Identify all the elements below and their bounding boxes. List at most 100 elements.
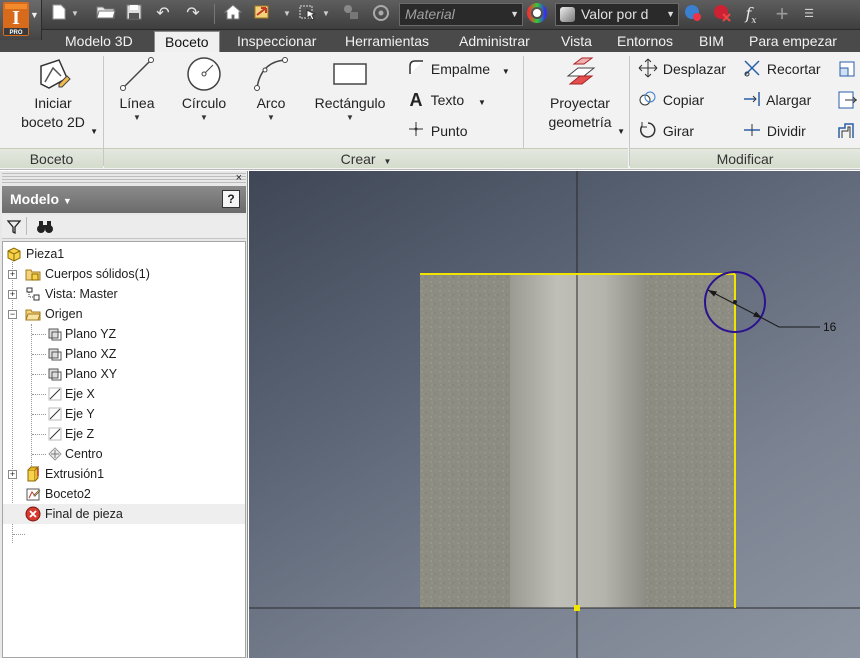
- offset-icon[interactable]: [836, 120, 858, 142]
- extend-button[interactable]: Alargar: [741, 89, 811, 111]
- tree-item-solid-bodies[interactable]: + Cuerpos sólidos(1): [3, 264, 245, 284]
- material-dropdown-arrow-icon: ▼: [510, 9, 519, 19]
- tab-administrar[interactable]: Administrar: [459, 31, 530, 52]
- scale-icon[interactable]: [836, 58, 858, 80]
- find-binoculars-icon[interactable]: [36, 219, 54, 235]
- inventor-logo-icon: I PRO: [3, 2, 29, 36]
- sketch-point[interactable]: [574, 605, 580, 611]
- tab-entornos[interactable]: Entornos: [617, 31, 673, 52]
- parameters-fx-icon[interactable]: fx: [740, 3, 762, 26]
- new-file-icon[interactable]: [48, 3, 70, 25]
- new-file-caret-icon[interactable]: ▼: [71, 5, 79, 23]
- text-button[interactable]: A Texto ▼: [405, 89, 486, 111]
- browser-title-dropdown[interactable]: Modelo ▼: [10, 191, 72, 207]
- line-label: Línea: [119, 95, 155, 111]
- redo-icon[interactable]: ↷: [182, 3, 204, 25]
- tab-vista[interactable]: Vista: [561, 31, 592, 52]
- home-icon[interactable]: [222, 3, 244, 25]
- circle-caret-icon: ▼: [200, 113, 208, 122]
- tree-item-pieza1[interactable]: Pieza1: [3, 244, 245, 264]
- work-axis-icon: [48, 427, 62, 441]
- arc-button[interactable]: Arco ▼: [246, 54, 296, 123]
- tree-item-axis-y[interactable]: Eje Y: [3, 404, 245, 424]
- color-wheel-icon[interactable]: [526, 3, 548, 25]
- expand-toggle-icon[interactable]: +: [8, 290, 17, 299]
- start-2d-sketch-button[interactable]: Iniciar boceto 2D ▼: [8, 54, 98, 136]
- project-label-1: Proyectar: [550, 95, 610, 111]
- undo-icon[interactable]: ↶: [152, 3, 174, 25]
- copy-button[interactable]: Copiar: [637, 89, 704, 111]
- fillet-button[interactable]: Empalme ▼: [405, 58, 510, 80]
- project-geometry-button[interactable]: Proyectar geometría ▼: [535, 54, 625, 136]
- app-menu-caret-icon: ▼: [30, 10, 39, 20]
- line-caret-icon: ▼: [133, 113, 141, 122]
- work-axis-icon: [48, 407, 62, 421]
- arc-caret-icon: ▼: [267, 113, 275, 122]
- tree-item-view-master[interactable]: + Vista: Master: [3, 284, 245, 304]
- browser-close-button[interactable]: ×: [236, 172, 242, 184]
- point-button[interactable]: Punto: [405, 120, 467, 142]
- graphics-viewport[interactable]: 16: [249, 171, 860, 658]
- tree-item-center-point[interactable]: Centro: [3, 444, 245, 464]
- tree-item-plane-yz[interactable]: Plano YZ: [3, 324, 245, 344]
- circle-button[interactable]: Círculo ▼: [174, 54, 234, 123]
- browser-help-button[interactable]: ?: [222, 190, 240, 208]
- tree-item-origin[interactable]: − Origen: [3, 304, 245, 324]
- clear-appearance-icon[interactable]: [711, 3, 733, 25]
- update-icon[interactable]: [370, 3, 392, 25]
- filter-icon[interactable]: [6, 219, 22, 235]
- collapse-toggle-icon[interactable]: −: [8, 310, 17, 319]
- modificar-panel-label: Modificar: [716, 151, 774, 167]
- return-caret-icon[interactable]: ▼: [283, 5, 291, 23]
- tab-herramientas[interactable]: Herramientas: [345, 31, 429, 52]
- trim-button[interactable]: Recortar: [741, 58, 821, 80]
- work-plane-icon: [48, 348, 62, 361]
- tab-boceto[interactable]: Boceto: [154, 31, 220, 52]
- rotate-button[interactable]: Girar: [637, 120, 694, 142]
- tree-item-plane-xy[interactable]: Plano XY: [3, 364, 245, 384]
- tree-item-end-of-part[interactable]: Final de pieza: [3, 504, 245, 524]
- part-wall-right[interactable]: [645, 274, 735, 608]
- dimension-value[interactable]: 16: [823, 320, 837, 334]
- tab-modelo-3d[interactable]: Modelo 3D: [65, 31, 133, 52]
- circle-center-point[interactable]: [733, 300, 737, 304]
- select-filter-icon[interactable]: [297, 3, 319, 25]
- tree-item-label: Eje Y: [65, 407, 95, 421]
- tree-item-axis-z[interactable]: Eje Z: [3, 424, 245, 444]
- expand-toggle-icon[interactable]: +: [8, 270, 17, 279]
- tab-para-empezar[interactable]: Para empezar: [749, 31, 837, 52]
- select-caret-icon[interactable]: ▼: [322, 5, 330, 23]
- open-folder-icon[interactable]: [95, 3, 117, 25]
- adjust-appearance-icon[interactable]: [682, 3, 704, 25]
- viewport-canvas[interactable]: 16: [249, 171, 860, 658]
- text-a-icon: A: [409, 90, 423, 110]
- work-axis-icon: [48, 387, 62, 401]
- save-icon[interactable]: [123, 3, 145, 25]
- material-dropdown[interactable]: Material ▼: [399, 3, 523, 26]
- work-point-icon: [48, 447, 62, 461]
- split-button[interactable]: Dividir: [741, 120, 806, 142]
- move-button[interactable]: Desplazar: [637, 58, 726, 80]
- stretch-icon[interactable]: [836, 89, 858, 111]
- fillet-label: Empalme: [430, 61, 491, 77]
- tree-item-plane-xz[interactable]: Plano XZ: [3, 344, 245, 364]
- trim-icon: [741, 58, 763, 85]
- panel-title-crear[interactable]: Crear ▼: [104, 148, 628, 168]
- tab-bim[interactable]: BIM: [699, 31, 724, 52]
- line-button[interactable]: Línea ▼: [112, 54, 162, 123]
- tree-item-axis-x[interactable]: Eje X: [3, 384, 245, 404]
- tree-item-boceto2[interactable]: Boceto2: [3, 484, 245, 504]
- part-wall-left[interactable]: [420, 274, 510, 608]
- application-menu-button[interactable]: I PRO ▼: [0, 0, 42, 40]
- appearance-dropdown[interactable]: Valor por d ▼: [555, 3, 679, 26]
- tree-item-extrusion1[interactable]: + Extrusión1: [3, 464, 245, 484]
- customize-toolbar-icon[interactable]: ☰: [798, 3, 820, 25]
- tab-inspeccionar[interactable]: Inspeccionar: [237, 31, 316, 52]
- crear-panel-label: Crear: [340, 151, 376, 167]
- rectangle-button[interactable]: Rectángulo ▼: [308, 54, 392, 123]
- return-icon[interactable]: [251, 3, 273, 25]
- add-icon[interactable]: +: [771, 3, 793, 25]
- browser-grip-handle[interactable]: [2, 173, 246, 185]
- model-states-icon[interactable]: [340, 3, 362, 25]
- expand-toggle-icon[interactable]: +: [8, 470, 17, 479]
